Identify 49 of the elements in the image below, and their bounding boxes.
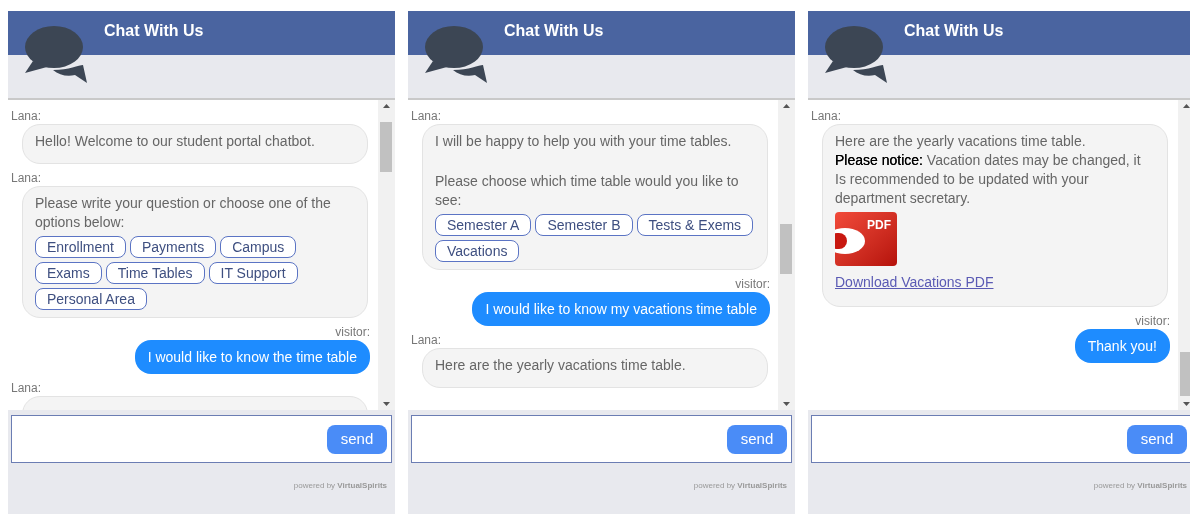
option-button[interactable]: Semester A <box>435 214 532 236</box>
sender-label: Lana: <box>411 108 443 124</box>
scroll-down-arrow-icon[interactable] <box>1183 402 1190 406</box>
scroll-up-arrow-icon[interactable] <box>783 104 790 108</box>
option-button[interactable]: Personal Area <box>35 288 147 310</box>
scroll-up-arrow-icon[interactable] <box>383 104 390 108</box>
sender-label: Lana: <box>11 108 43 124</box>
download-link[interactable]: Download Vacations PDF <box>835 272 994 293</box>
scroll-down-arrow-icon[interactable] <box>783 402 790 406</box>
scrollbar[interactable] <box>378 100 395 410</box>
chat-title: Chat With Us <box>904 22 1004 39</box>
scrollbar-thumb[interactable] <box>380 122 392 172</box>
pdf-icon: PDF <box>835 212 897 266</box>
powered-by-text: powered by VirtualSpirits <box>693 480 787 492</box>
visitor-message-bubble: Thank you! <box>1074 329 1170 363</box>
scrollbar-thumb[interactable] <box>1180 352 1190 396</box>
message-text: Here are the yearly vacations time table. <box>435 356 687 375</box>
option-button[interactable]: Campus <box>220 236 297 258</box>
scroll-up-arrow-icon[interactable] <box>1183 104 1190 108</box>
powered-by-text: powered by VirtualSpirits <box>1093 480 1187 492</box>
option-button[interactable]: IT Support <box>208 262 298 284</box>
option-button[interactable]: Time Tables <box>105 262 205 284</box>
message-text: Here are the yearly vacations time table. Please notice: Vacation dates may be changed, it Is recommended to be updated with your department secretary. <box>835 132 1142 208</box>
option-button[interactable]: Vacations <box>435 240 520 262</box>
message-text: Hello! Welcome to our student portal chatbot. <box>35 132 316 151</box>
scroll-down-arrow-icon[interactable] <box>383 402 390 406</box>
option-button[interactable]: Semester B <box>535 214 633 236</box>
sender-label: visitor: <box>735 276 770 292</box>
scrollbar[interactable] <box>1178 100 1190 410</box>
message-text: Please write your question or choose one of the options below: <box>35 194 332 232</box>
sender-label: Lana: <box>11 380 43 396</box>
message-text: Please choose which time table would you like to see: <box>435 172 740 210</box>
scrollbar[interactable] <box>778 100 795 410</box>
option-button[interactable]: Exams <box>35 262 102 284</box>
visitor-message-bubble: I would like to know the time table <box>134 340 370 374</box>
sender-label: Lana: <box>411 332 443 348</box>
sender-label: visitor: <box>335 324 370 340</box>
scrollbar-thumb[interactable] <box>780 224 792 274</box>
option-button[interactable]: Enrollment <box>35 236 126 258</box>
visitor-message-bubble: I would like to know my vacations time table <box>472 292 770 326</box>
chat-title: Chat With Us <box>104 22 204 39</box>
chat-title: Chat With Us <box>504 22 604 39</box>
option-button[interactable]: Tests & Exems <box>636 214 754 236</box>
option-button[interactable]: Payments <box>129 236 217 258</box>
sender-label: Lana: <box>11 170 43 186</box>
sender-label: visitor: <box>1135 313 1170 329</box>
sender-label: Lana: <box>811 108 843 124</box>
powered-by-text: powered by VirtualSpirits <box>293 480 387 492</box>
message-text: I will be happy to help you with your time tables. <box>435 132 733 151</box>
